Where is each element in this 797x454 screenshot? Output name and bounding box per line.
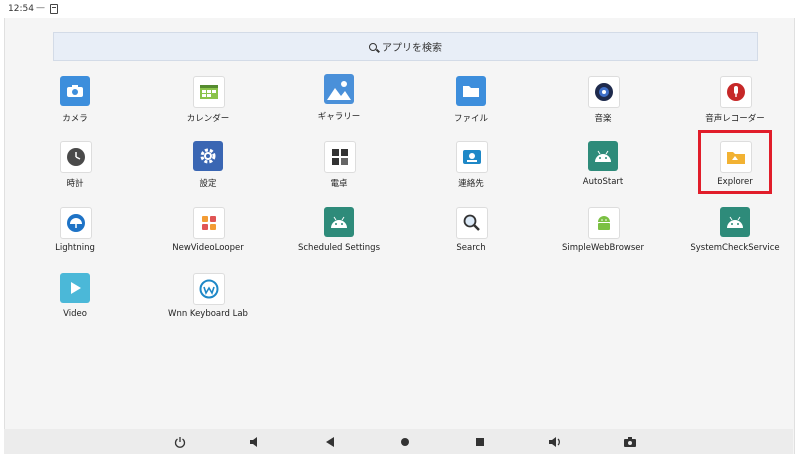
app-simplewebbrowser[interactable]: SimpleWebBrowser — [548, 207, 658, 267]
gear-icon — [193, 141, 223, 171]
umbrella-icon — [60, 207, 92, 239]
app-clock[interactable]: 時計 — [20, 141, 130, 201]
video-looper-icon — [193, 207, 225, 239]
volume-up-icon[interactable] — [547, 434, 563, 450]
folder-icon — [456, 76, 486, 106]
selection-highlight — [698, 130, 772, 194]
app-search-bar[interactable]: アプリを検索 — [53, 32, 758, 61]
app-voice-recorder[interactable]: 音声レコーダー — [680, 76, 790, 136]
contacts-icon — [456, 141, 488, 173]
app-systemcheckservice[interactable]: SystemCheckService — [680, 207, 790, 267]
magnifier-icon — [456, 207, 488, 239]
app-label: NewVideoLooper — [172, 243, 244, 253]
music-icon — [588, 76, 620, 108]
app-autostart[interactable]: AutoStart — [548, 141, 658, 201]
app-camera[interactable]: カメラ — [20, 76, 130, 136]
app-label: SystemCheckService — [690, 243, 780, 253]
app-contacts[interactable]: 連絡先 — [416, 141, 526, 201]
calculator-icon — [324, 141, 356, 173]
calendar-icon — [193, 76, 225, 108]
screenshot-icon[interactable] — [622, 434, 638, 450]
app-scheduled-settings[interactable]: Scheduled Settings — [284, 207, 394, 267]
app-label: カレンダー — [186, 114, 230, 124]
app-label: Lightning — [55, 243, 95, 253]
android-icon — [324, 207, 354, 237]
back-icon[interactable] — [322, 434, 338, 450]
app-gallery[interactable]: ギャラリー — [284, 74, 394, 134]
app-label: Video — [63, 309, 87, 319]
app-label: カメラ — [62, 114, 88, 124]
app-newvideolooper[interactable]: NewVideoLooper — [153, 207, 263, 267]
wnn-keyboard-icon — [193, 273, 225, 305]
home-icon[interactable] — [397, 434, 413, 450]
search-placeholder: アプリを検索 — [382, 43, 442, 54]
microphone-icon — [720, 76, 752, 108]
android-icon — [588, 207, 620, 239]
camera-icon — [60, 76, 90, 106]
app-label: 時計 — [66, 179, 84, 189]
play-icon — [60, 273, 90, 303]
volume-down-icon[interactable] — [247, 434, 263, 450]
app-label: 音声レコーダー — [705, 114, 765, 124]
app-label: Scheduled Settings — [297, 243, 381, 253]
app-label: ギャラリー — [317, 112, 361, 122]
app-label: ファイル — [453, 114, 488, 124]
clock-icon — [60, 141, 92, 173]
app-label: Wnn Keyboard Lab — [168, 309, 248, 319]
app-music[interactable]: 音楽 — [548, 76, 658, 136]
app-files[interactable]: ファイル — [416, 76, 526, 136]
app-settings[interactable]: 設定 — [153, 141, 263, 201]
app-calendar[interactable]: カレンダー — [153, 76, 263, 136]
app-label: 音楽 — [594, 114, 612, 124]
status-bar: 12:54 — — [0, 0, 797, 18]
app-calculator[interactable]: 電卓 — [284, 141, 394, 201]
android-icon — [588, 141, 618, 171]
status-separator: — — [36, 3, 45, 13]
app-lightning[interactable]: Lightning — [20, 207, 130, 267]
app-search[interactable]: Search — [416, 207, 526, 267]
app-video[interactable]: Video — [20, 273, 130, 333]
app-wnn-keyboard-lab[interactable]: Wnn Keyboard Lab — [153, 273, 263, 333]
app-label: AutoStart — [582, 177, 624, 187]
app-label: 設定 — [199, 179, 217, 189]
gallery-icon — [324, 74, 354, 104]
sim-card-icon — [50, 4, 58, 14]
app-label: 電卓 — [330, 179, 348, 189]
app-label: Search — [456, 243, 486, 253]
app-label: SimpleWebBrowser — [562, 243, 644, 253]
app-label: 連絡先 — [458, 179, 484, 189]
clock-text: 12:54 — [8, 4, 34, 14]
recents-icon[interactable] — [472, 434, 488, 450]
power-icon[interactable] — [172, 434, 188, 450]
search-icon — [369, 42, 377, 51]
android-icon — [720, 207, 750, 237]
